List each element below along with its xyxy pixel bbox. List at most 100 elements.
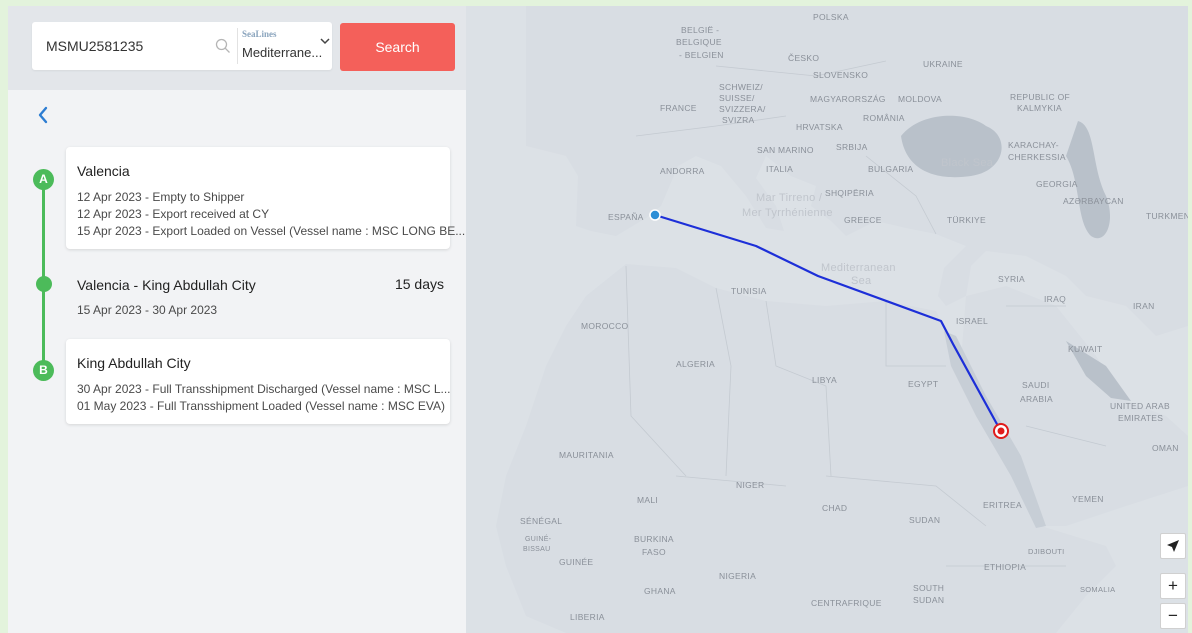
search-icon xyxy=(215,38,230,53)
country-label: NIGER xyxy=(736,480,765,490)
country-label: BURKINA xyxy=(634,534,674,544)
back-chevron-icon[interactable] xyxy=(34,103,52,127)
country-label: SUDAN xyxy=(909,515,941,525)
sea-label: Mer Tyrrhénienne xyxy=(742,207,833,219)
country-label: SRBIJA xyxy=(836,142,868,152)
country-label: ČESKO xyxy=(788,53,820,63)
zoom-in-button[interactable]: + xyxy=(1160,573,1186,599)
sea-label: Mediterranean xyxy=(821,262,896,274)
country-label: SVIZZERA/ xyxy=(719,104,766,114)
country-label: MOROCCO xyxy=(581,321,629,331)
country-label: BULGARIA xyxy=(868,164,914,174)
search-button[interactable]: Search xyxy=(340,23,455,71)
country-label: HRVATSKA xyxy=(796,122,843,132)
country-label: ROMÂNIA xyxy=(863,113,905,123)
route-map[interactable]: POLSKA BELGIË - BELGIQUE - BELGIEN ČESKO… xyxy=(466,6,1188,633)
country-label: MOLDOVA xyxy=(898,94,942,104)
leg-title: Valencia - King Abdullah City xyxy=(77,277,256,293)
country-label: GUINÉE xyxy=(559,557,594,567)
country-label: NIGERIA xyxy=(719,571,757,581)
country-label: SYRIA xyxy=(998,274,1026,284)
destination-pin xyxy=(997,427,1005,435)
sea-label: Black Sea xyxy=(941,157,994,169)
country-label: GEORGIA xyxy=(1036,179,1078,189)
country-label: OMAN xyxy=(1152,443,1179,453)
search-divider xyxy=(237,28,238,64)
country-label: SAUDI xyxy=(1022,380,1050,390)
origin-event: 15 Apr 2023 - Export Loaded on Vessel (V… xyxy=(77,224,466,238)
country-label: ITALIA xyxy=(766,164,794,174)
country-label: UNITED ARAB xyxy=(1110,401,1170,411)
country-label: GUINÉ- xyxy=(525,536,552,543)
shipping-line-value: Mediterrane... xyxy=(242,45,323,60)
shipping-line-select[interactable]: SeaLines Mediterrane... xyxy=(242,22,332,70)
country-label: DJIBOUTI xyxy=(1028,547,1065,556)
destination-event: 01 May 2023 - Full Transshipment Loaded … xyxy=(77,399,445,413)
country-label: TUNISIA xyxy=(731,286,767,296)
country-label: MALI xyxy=(637,495,659,505)
sea-label: Mar Tirreno / xyxy=(756,192,823,204)
country-label: EMIRATES xyxy=(1118,413,1164,423)
country-label: BELGIQUE xyxy=(676,37,722,47)
country-label: TÜRKIYE xyxy=(947,215,986,225)
country-label: MAGYARORSZÁG xyxy=(810,94,886,104)
container-number-input[interactable] xyxy=(32,22,232,70)
country-label: SVIZRA xyxy=(722,115,755,125)
country-label: LIBERIA xyxy=(570,612,605,622)
tracking-panel: SeaLines Mediterrane... Search A B Valen… xyxy=(8,6,466,633)
country-label: SÉNÉGAL xyxy=(520,516,563,526)
country-label: SLOVENSKO xyxy=(813,70,869,80)
country-label: SHQIPËRIA xyxy=(825,188,874,198)
origin-marker: A xyxy=(33,169,54,190)
origin-card[interactable]: Valencia 12 Apr 2023 - Empty to Shipper … xyxy=(66,147,465,249)
transit-leg: Valencia - King Abdullah City 15 days 15… xyxy=(66,271,456,327)
app-frame: SeaLines Mediterrane... Search A B Valen… xyxy=(8,6,1188,633)
country-label: FASO xyxy=(642,547,666,557)
country-label: GHANA xyxy=(644,586,676,596)
country-label: LIBYA xyxy=(812,375,837,385)
country-label: TURKMEN xyxy=(1146,211,1188,221)
country-label: SOUTH xyxy=(913,583,945,593)
country-label: SOMALIA xyxy=(1080,585,1116,594)
country-label: SUDAN xyxy=(913,595,945,605)
country-label: EGYPT xyxy=(908,379,939,389)
locate-button[interactable] xyxy=(1160,533,1186,559)
destination-card[interactable]: King Abdullah City 30 Apr 2023 - Full Tr… xyxy=(66,339,451,424)
country-label: IRAN xyxy=(1133,301,1155,311)
shipping-line-label: SeaLines xyxy=(242,29,277,39)
search-box: SeaLines Mediterrane... xyxy=(32,22,332,70)
country-label: FRANCE xyxy=(660,103,697,113)
country-label: - BELGIEN xyxy=(679,50,724,60)
country-label: GREECE xyxy=(844,215,882,225)
timeline-line xyxy=(42,179,45,369)
destination-title: King Abdullah City xyxy=(77,355,191,371)
sea-label: Sea xyxy=(851,275,872,287)
country-label: IRAQ xyxy=(1044,294,1066,304)
country-label: ETHIOPIA xyxy=(984,562,1027,572)
destination-event: 30 Apr 2023 - Full Transshipment Dischar… xyxy=(77,382,451,396)
country-label: ERITREA xyxy=(983,500,1022,510)
country-label: ALGERIA xyxy=(676,359,715,369)
country-label: KALMYKIA xyxy=(1017,103,1062,113)
leg-dates: 15 Apr 2023 - 30 Apr 2023 xyxy=(77,303,218,317)
origin-event: 12 Apr 2023 - Export received at CY xyxy=(77,207,270,221)
destination-marker: B xyxy=(33,360,54,381)
country-label: BELGIË - xyxy=(681,25,720,35)
country-label: YEMEN xyxy=(1072,494,1104,504)
origin-title: Valencia xyxy=(77,163,130,179)
country-label: KARACHAY- xyxy=(1008,140,1059,150)
zoom-out-button[interactable]: − xyxy=(1160,603,1186,629)
country-label: CENTRAFRIQUE xyxy=(811,598,882,608)
country-label: MAURITANIA xyxy=(559,450,614,460)
leg-duration: 15 days xyxy=(394,276,444,292)
country-label: UKRAINE xyxy=(923,59,963,69)
country-label: SCHWEIZ/ xyxy=(719,82,763,92)
country-label: SAN MARINO xyxy=(757,145,814,155)
country-label: ESPAÑA xyxy=(608,212,644,222)
country-label: BISSAU xyxy=(523,546,551,553)
country-label: AZƏRBAYCAN xyxy=(1063,196,1124,206)
country-label: SUISSE/ xyxy=(719,93,755,103)
country-label: POLSKA xyxy=(813,12,849,22)
country-label: REPUBLIC OF xyxy=(1010,92,1070,102)
chevron-down-icon xyxy=(320,38,330,45)
